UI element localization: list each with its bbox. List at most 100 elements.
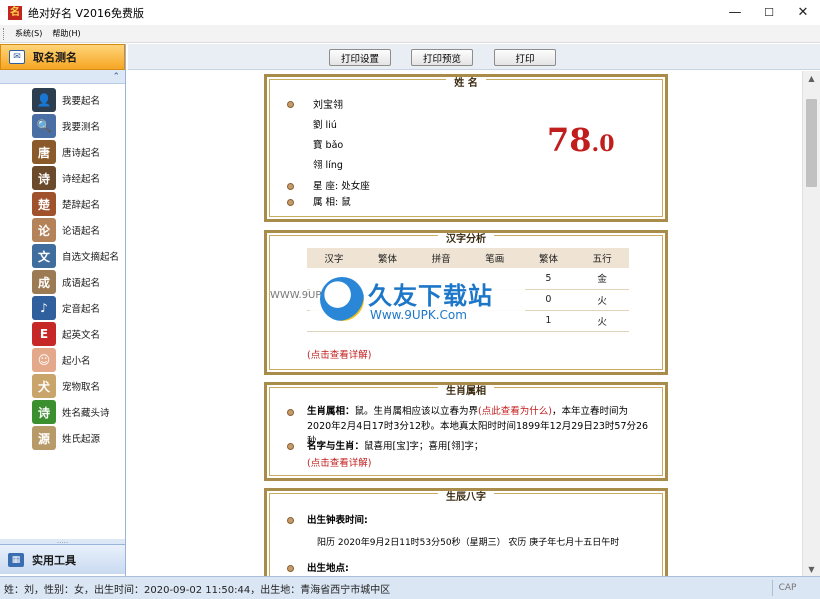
status-text: 姓：刘，性别：女，出生时间：2020-09-02 11:50:44，出生地：青海… [4,584,391,596]
menu-system[interactable]: 系统(S) [15,28,42,39]
scroll-thumb[interactable] [806,99,817,187]
watermark: WWW.9UPK.COM 久友下载站 Www.9UPK.Com [270,270,525,328]
sidebar-item-4[interactable]: 楚楚辞起名 [0,191,125,217]
sidebar-item-12[interactable]: 诗姓名藏头诗 [0,399,125,425]
watermark-logo-icon [320,277,364,321]
table-cell: 5 [521,268,576,290]
char-pinyin: bǎo [325,140,344,151]
name-char-1: 劉 liú [313,117,337,131]
char-pinyin: líng [325,160,343,171]
bazi-panel: 生辰八字 出生钟表时间: 阳历 2020年9月2日11时53分50秒（星期三） … [264,488,668,576]
collapse-toggle[interactable]: ⌃ [0,70,125,84]
hanzi-col-header: 五行 [575,248,629,268]
zodiac-why-link[interactable]: (点此查看为什么) [478,406,552,417]
toolbox-icon: ▦ [8,552,24,567]
sidebar-item-1[interactable]: 🔍 我要测名 [0,113,125,139]
sidebar-item-0[interactable]: 👤 我要起名 [0,87,125,113]
zodiac-detail-link[interactable]: (点击查看详解) [307,455,371,469]
name-panel: 姓 名 刘宝翎 劉 liú 寶 bǎo 翎 líng 78.0 星 座: 处女座… [264,74,668,222]
scroll-icon: 源 [32,426,56,450]
magnifier-icon: 🔍 [32,114,56,138]
scroll-down-arrow-icon[interactable]: ▼ [803,562,820,576]
idiom-icon: 成 [32,270,56,294]
sidebar-item-label: 自选文摘起名 [62,252,120,263]
chuci-icon: 楚 [32,192,56,216]
sidebar-item-label: 楚辞起名 [62,200,101,211]
title-bar: 名 绝对好名 V2016免费版 — ☐ ✕ [0,0,820,25]
table-cell: 1 [521,310,576,332]
maximize-button[interactable]: ☐ [752,0,786,25]
bullet-icon [287,198,294,206]
sidebar-item-label: 我要测名 [62,122,101,133]
name-char-2: 寶 bǎo [313,137,343,151]
watermark-main-text: 久友下载站 [368,282,493,310]
hanzi-col-header: 汉字 [307,248,361,268]
sidebar-header-naming[interactable]: ✉ 取名测名 [0,44,125,70]
bullet-icon [287,442,294,450]
sidebar-item-label: 论语起名 [62,226,101,237]
sidebar-item-label: 姓氏起源 [62,434,101,445]
table-cell: 火 [575,289,629,311]
full-name: 刘宝翎 [313,100,343,111]
menu-grip [3,27,9,40]
sidebar-item-10[interactable]: ☺ 起小名 [0,347,125,373]
uk-flag-icon: E [32,322,56,346]
tang-poem-icon: 唐 [32,140,56,164]
vertical-scrollbar[interactable]: ▲ ▼ [802,71,820,576]
sidebar-item-3[interactable]: 诗诗经起名 [0,165,125,191]
sidebar-item-11[interactable]: 犬宠物取名 [0,373,125,399]
chevron-up-icon: ⌃ [112,71,120,82]
sidebar-item-9[interactable]: E 起英文名 [0,321,125,347]
sidebar-item-6[interactable]: 文自选文摘起名 [0,243,125,269]
poem-icon: 诗 [32,400,56,424]
baby-icon: ☺ [32,348,56,372]
char-trad: 劉 [313,120,323,131]
dog-icon: 犬 [32,374,56,398]
status-bar: 姓：刘，性别：女，出生时间：2020-09-02 11:50:44，出生地：青海… [0,576,820,599]
birth-time-value: 阳历 2020年9月2日11时53分50秒（星期三） 农历 庚子年七月十五日午时 [317,538,620,548]
hanzi-col-header: 拼音 [414,248,468,268]
hanzi-col-header: 笔画 [467,248,522,268]
print-setup-button[interactable]: 打印设置 [329,49,391,66]
constellation-row: 星 座: 处女座 [313,178,370,192]
watermark-url: Www.9UPK.Com [370,308,467,322]
char-pinyin: liú [325,120,337,131]
print-preview-button[interactable]: 打印预览 [411,49,473,66]
person-icon: 👤 [32,88,56,112]
sidebar-item-7[interactable]: 成成语起名 [0,269,125,295]
analects-icon: 论 [32,218,56,242]
menu-help[interactable]: 帮助(H) [52,28,80,39]
name-score: 78.0 [547,121,615,159]
window-title: 绝对好名 V2016免费版 [28,6,145,20]
zodiac-panel: 生肖属相 生肖属相：鼠。生肖属相应该以立春为界(点此查看为什么)，本年立春时间为… [264,382,668,481]
minimize-button[interactable]: — [718,0,752,25]
sidebar-item-label: 唐诗起名 [62,148,101,159]
hanzi-col-header: 繁体 [360,248,415,268]
bullet-icon [287,182,294,190]
hanzi-detail-link[interactable]: (点击查看详解) [307,347,371,361]
sidebar-item-5[interactable]: 论论语起名 [0,217,125,243]
birth-place-label: 出生地点: [307,563,349,574]
table-cell: 火 [575,310,629,332]
scroll-up-arrow-icon[interactable]: ▲ [803,71,820,85]
close-button[interactable]: ✕ [786,0,820,25]
zodiac-explain-rest: ，本年立春时间为 [551,406,628,417]
sidebar-header-label: 取名测名 [33,51,77,64]
sidebar-tools-section[interactable]: ▦ 实用工具 [0,544,125,574]
books-icon: 文 [32,244,56,268]
print-toolbar: 打印设置 打印预览 打印 [128,44,820,70]
sidebar-item-8[interactable]: ♪ 定音起名 [0,295,125,321]
sidebar-item-label: 成语起名 [62,278,101,289]
zodiac-label: 属 相: [313,197,339,208]
birth-time-label: 出生钟表时间: [307,515,368,526]
print-button[interactable]: 打印 [494,49,556,66]
constellation-label: 星 座: [313,181,339,192]
bullet-icon [287,564,294,572]
name-zodiac-label: 名字与生肖： [307,441,365,452]
sidebar-item-2[interactable]: 唐唐诗起名 [0,139,125,165]
name-zodiac-value: 鼠喜用[宝]字；喜用[翎]字； [364,441,484,452]
table-cell: 0 [521,289,576,311]
sidebar-item-label: 我要起名 [62,96,101,107]
menu-bar: 系统(S) 帮助(H) [0,25,820,43]
sidebar-item-13[interactable]: 源姓氏起源 [0,425,125,451]
